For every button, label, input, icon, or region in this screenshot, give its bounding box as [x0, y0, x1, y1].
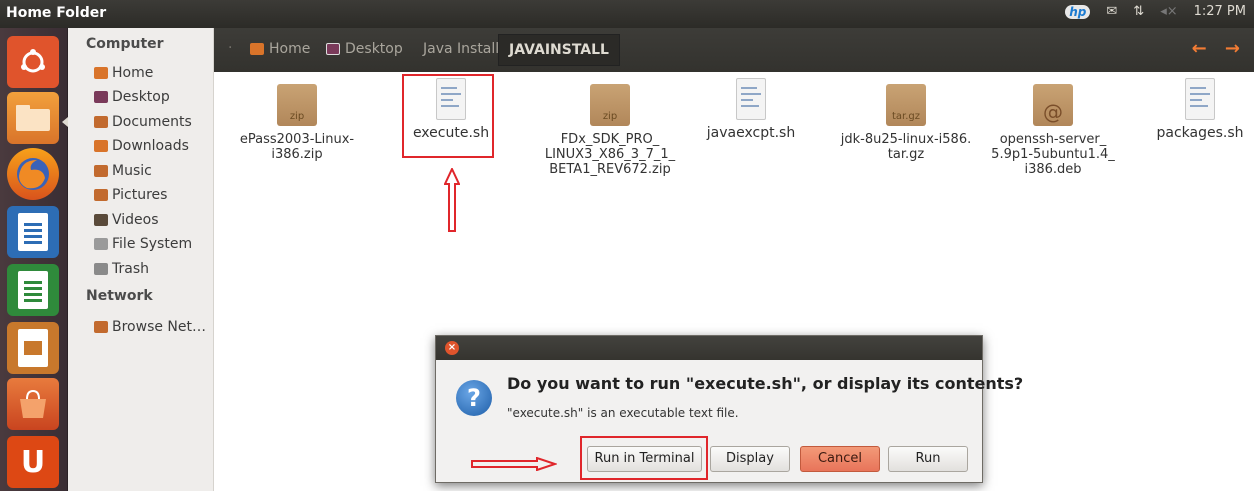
crumb-desktop[interactable]: Desktop: [326, 41, 403, 57]
question-icon: ?: [456, 380, 492, 416]
volume-icon[interactable]: ◂×: [1160, 4, 1177, 19]
back-forward-arrows-icon[interactable]: ← →: [1192, 38, 1246, 59]
network-icon: [94, 321, 108, 333]
downloads-icon: [94, 140, 108, 152]
sidebar-item-desktop[interactable]: Desktop: [94, 86, 170, 108]
tar-archive-icon: tar.gz: [886, 84, 926, 126]
files-launcher-icon[interactable]: [7, 92, 59, 144]
mail-icon[interactable]: ✉: [1106, 4, 1117, 19]
up-arrow-icon: [444, 168, 460, 232]
file-name-line: javaexcpt.sh: [706, 125, 796, 141]
sidebar-item-videos[interactable]: Videos: [94, 209, 159, 231]
calc-launcher-icon[interactable]: [7, 264, 59, 316]
display-button[interactable]: Display: [710, 446, 790, 472]
debian-package-icon: @: [1033, 84, 1073, 126]
videos-icon: [94, 214, 108, 226]
crumb-java-install[interactable]: Java Install: [423, 41, 499, 57]
file-item[interactable]: javaexcpt.sh: [686, 78, 816, 141]
desktop-icon: [94, 91, 108, 103]
music-icon: [94, 165, 108, 177]
file-name-line: BETA1_REV672.zip: [549, 162, 671, 177]
sidebar-item-documents[interactable]: Documents: [94, 111, 192, 133]
highlight-box: [580, 436, 708, 480]
file-item[interactable]: zip ePass2003-Linux- i386.zip: [232, 84, 362, 162]
network-icon[interactable]: ⇅: [1133, 4, 1144, 19]
file-item[interactable]: @ openssh-server_ 5.9p1-5ubuntu1.4_ i386…: [988, 84, 1118, 177]
sidebar-item-music[interactable]: Music: [94, 160, 152, 182]
writer-launcher-icon[interactable]: [7, 206, 59, 258]
file-name-line: i386.deb: [1024, 162, 1082, 177]
trash-icon: [94, 263, 108, 275]
file-name-line: 5.9p1-5ubuntu1.4_: [991, 147, 1115, 162]
sidebar-item-trash[interactable]: Trash: [94, 258, 149, 280]
file-name-line: ePass2003-Linux-: [239, 132, 355, 147]
sidebar-item-pictures[interactable]: Pictures: [94, 184, 167, 206]
crumb-home[interactable]: Home: [250, 41, 310, 57]
file-name-line: i386.zip: [271, 147, 323, 162]
file-name-line: openssh-server_: [999, 132, 1107, 147]
ubuntu-one-icon[interactable]: U: [7, 436, 59, 488]
hp-icon[interactable]: hp: [1065, 4, 1091, 19]
file-name-line: jdk-8u25-linux-i586.: [840, 132, 972, 147]
file-item[interactable]: zip FDx_SDK_PRO_ LINUX3_X86_3_7_1_ BETA1…: [537, 84, 683, 177]
highlight-box: [402, 74, 494, 158]
dialog-question: Do you want to run "execute.sh", or disp…: [507, 374, 1024, 393]
clock[interactable]: 1:27 PM: [1194, 4, 1246, 19]
software-center-icon[interactable]: [7, 378, 59, 430]
dialog-subtext: "execute.sh" is an executable text file.: [507, 406, 739, 420]
network-header: Network: [86, 288, 153, 304]
path-bar: · Home Desktop Java Install JAVAINSTALL …: [214, 28, 1254, 72]
sidebar-item-home[interactable]: Home: [94, 62, 153, 84]
dialog-titlebar: ×: [436, 336, 982, 360]
window-title: Home Folder: [6, 5, 107, 21]
close-icon[interactable]: ×: [445, 341, 459, 355]
system-tray: hp ✉ ⇅ ◂× 1:27 PM: [1065, 4, 1246, 19]
cancel-button[interactable]: Cancel: [800, 446, 880, 472]
top-panel: Home Folder hp ✉ ⇅ ◂× 1:27 PM: [0, 0, 1254, 28]
launcher: U: [0, 28, 68, 491]
impress-launcher-icon[interactable]: [7, 322, 59, 374]
text-file-icon: [1185, 78, 1215, 120]
file-name-line: tar.gz: [887, 147, 925, 162]
sidebar-item-file-system[interactable]: File System: [94, 233, 192, 255]
computer-header: Computer: [86, 36, 164, 52]
file-item[interactable]: packages.sh: [1148, 78, 1252, 141]
documents-icon: [94, 116, 108, 128]
desktop-icon: [326, 43, 340, 55]
dash-home-icon[interactable]: [7, 36, 59, 88]
text-file-icon: [736, 78, 766, 120]
right-arrow-icon: [471, 457, 557, 471]
file-name-line: packages.sh: [1156, 125, 1244, 141]
zip-archive-icon: zip: [590, 84, 630, 126]
zip-archive-icon: zip: [277, 84, 317, 126]
drive-icon: [94, 238, 108, 250]
sidebar-item-browse-network[interactable]: Browse Net…: [94, 316, 206, 338]
file-name-line: FDx_SDK_PRO_: [560, 132, 660, 147]
places-sidebar: Computer Home Desktop Documents Download…: [68, 28, 214, 491]
run-button[interactable]: Run: [888, 446, 968, 472]
sidebar-item-downloads[interactable]: Downloads: [94, 135, 189, 157]
path-scroll-icon[interactable]: ·: [228, 40, 232, 56]
pictures-icon: [94, 189, 108, 201]
home-icon: [250, 43, 264, 55]
file-item[interactable]: tar.gz jdk-8u25-linux-i586. tar.gz: [836, 84, 976, 162]
crumb-javainstall[interactable]: JAVAINSTALL: [498, 34, 620, 66]
firefox-launcher-icon[interactable]: [7, 148, 59, 200]
home-icon: [94, 67, 108, 79]
file-name-line: LINUX3_X86_3_7_1_: [544, 147, 676, 162]
